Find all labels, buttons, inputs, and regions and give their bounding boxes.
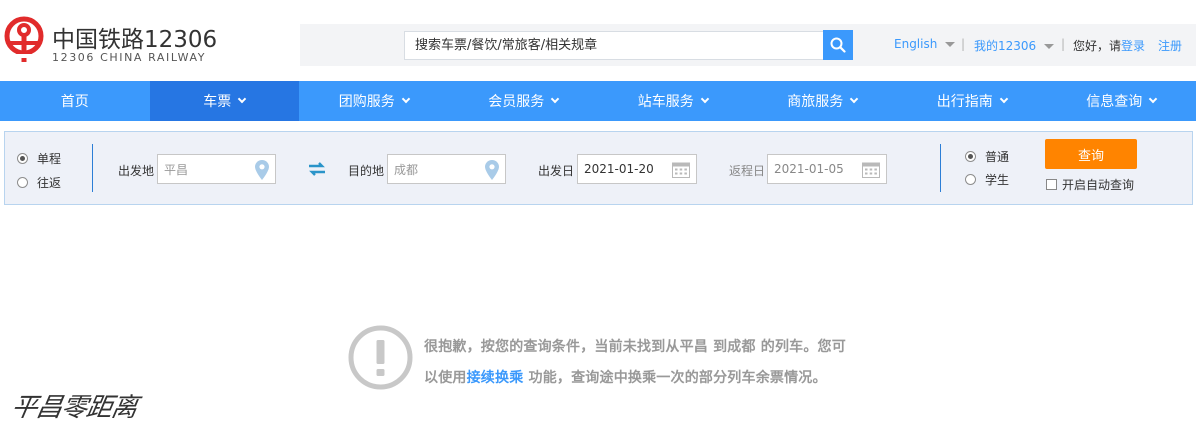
nav-item-label: 站车服务 (637, 94, 694, 110)
to-station-value: 成都 (394, 162, 419, 177)
my-12306-menu[interactable]: 我的12306 (974, 37, 1055, 53)
passenger-type-label: 普通 (985, 150, 1010, 164)
chevron-down-icon (945, 42, 956, 47)
railway-logo-icon[interactable] (2, 16, 46, 64)
separator: | (1061, 37, 1066, 51)
return-date-value: 2021-01-05 (774, 162, 844, 176)
location-pin-icon[interactable] (485, 160, 499, 180)
location-pin-icon[interactable] (255, 160, 269, 180)
radio-selected-icon[interactable] (965, 151, 976, 162)
no-result-message: 很抱歉，按您的查询条件，当前未找到从平昌 到成都 的列车。您可以使用接续换乘 功… (424, 332, 854, 394)
site-search-input[interactable] (405, 32, 823, 59)
calendar-icon[interactable] (862, 161, 880, 178)
nav-item-label: 信息查询 (1086, 94, 1143, 110)
nav-item-travel-guide[interactable]: 出行指南 (897, 81, 1047, 121)
chevron-down-icon (1044, 44, 1055, 49)
site-search (404, 31, 824, 60)
divider (940, 144, 941, 192)
warning-icon (348, 325, 413, 390)
watermark: 平昌零距离 (8, 393, 140, 423)
from-station-field[interactable]: 平昌 (157, 154, 276, 184)
divider (92, 144, 93, 192)
depart-date-field[interactable]: 2021-01-20 (577, 154, 697, 184)
nav-item-info-query[interactable]: 信息查询 (1047, 81, 1196, 121)
user-links: 您好，请登录 (1073, 37, 1145, 53)
ticket-query-panel: 单程 往返 出发地 平昌 目的地 成都 出发日 2021-01-20 返程日 2… (4, 131, 1193, 205)
trip-type-label: 单程 (37, 152, 62, 166)
chevron-down-icon (401, 94, 410, 103)
depart-date-value: 2021-01-20 (584, 162, 654, 176)
brand-name-english: 12306 CHINA RAILWAY (52, 51, 207, 64)
nav-item-business-travel[interactable]: 商旅服务 (748, 81, 898, 121)
brand-name[interactable]: 中国铁路12306 (52, 20, 217, 54)
nav-item-label: 出行指南 (936, 94, 993, 110)
login-link[interactable]: 登录 (1121, 39, 1145, 53)
search-icon (830, 37, 846, 53)
nav-item-label: 商旅服务 (787, 94, 844, 110)
transfer-link[interactable]: 接续换乘 (467, 370, 524, 386)
trip-type-one-way[interactable]: 单程 (17, 150, 61, 167)
query-button[interactable]: 查询 (1045, 139, 1137, 169)
chevron-down-icon (1149, 94, 1158, 103)
auto-query-toggle[interactable]: 开启自动查询 (1046, 176, 1134, 193)
search-button[interactable] (823, 30, 853, 60)
chevron-down-icon (999, 94, 1008, 103)
chevron-down-icon (700, 94, 709, 103)
chevron-down-icon (551, 94, 560, 103)
chevron-down-icon (850, 94, 859, 103)
nav-item-label: 团购服务 (338, 94, 395, 110)
radio-icon[interactable] (17, 177, 28, 188)
nav-item-label: 车票 (203, 94, 232, 110)
from-label: 出发地 (118, 164, 155, 178)
passenger-type-label: 学生 (985, 173, 1010, 187)
greeting-text: 您好，请 (1073, 39, 1122, 53)
register-link[interactable]: 注册 (1158, 37, 1182, 53)
trip-type-round-trip[interactable]: 往返 (17, 174, 61, 191)
chevron-down-icon (238, 94, 247, 103)
nav-item-station-service[interactable]: 站车服务 (598, 81, 748, 121)
separator: | (961, 37, 966, 51)
to-station-field[interactable]: 成都 (387, 154, 506, 184)
language-switch[interactable]: English (894, 37, 956, 53)
auto-query-label: 开启自动查询 (1062, 178, 1135, 192)
to-label: 目的地 (348, 164, 385, 178)
passenger-type-student[interactable]: 学生 (965, 171, 1009, 188)
radio-icon[interactable] (965, 174, 976, 185)
checkbox-icon[interactable] (1046, 179, 1057, 190)
swap-stations-icon[interactable] (307, 162, 327, 176)
return-date-label: 返程日 (729, 164, 766, 178)
language-link[interactable]: English (894, 37, 937, 51)
depart-date-label: 出发日 (538, 164, 575, 178)
nav-item-member-service[interactable]: 会员服务 (449, 81, 599, 121)
from-station-value: 平昌 (164, 162, 189, 177)
no-result-text-tail: 功能，查询途中换乘一次的部分列车余票情况。 (523, 370, 827, 386)
nav-item-group-service[interactable]: 团购服务 (299, 81, 449, 121)
nav-item-tickets[interactable]: 车票 (149, 81, 299, 121)
main-nav: 首页 车票 团购服务 会员服务 站车服务 商旅服务 出行指南 信息查询 (0, 81, 1196, 121)
trip-type-label: 往返 (37, 176, 62, 190)
nav-item-label: 会员服务 (488, 94, 545, 110)
passenger-type-adult[interactable]: 普通 (965, 148, 1009, 165)
header: 中国铁路12306 12306 CHINA RAILWAY English | … (0, 0, 1196, 81)
return-date-field[interactable]: 2021-01-05 (767, 154, 887, 184)
calendar-icon[interactable] (672, 161, 690, 178)
radio-selected-icon[interactable] (17, 153, 28, 164)
nav-item-label: 首页 (60, 94, 89, 110)
nav-item-home[interactable]: 首页 (0, 81, 150, 121)
my-12306-link[interactable]: 我的12306 (974, 39, 1036, 53)
